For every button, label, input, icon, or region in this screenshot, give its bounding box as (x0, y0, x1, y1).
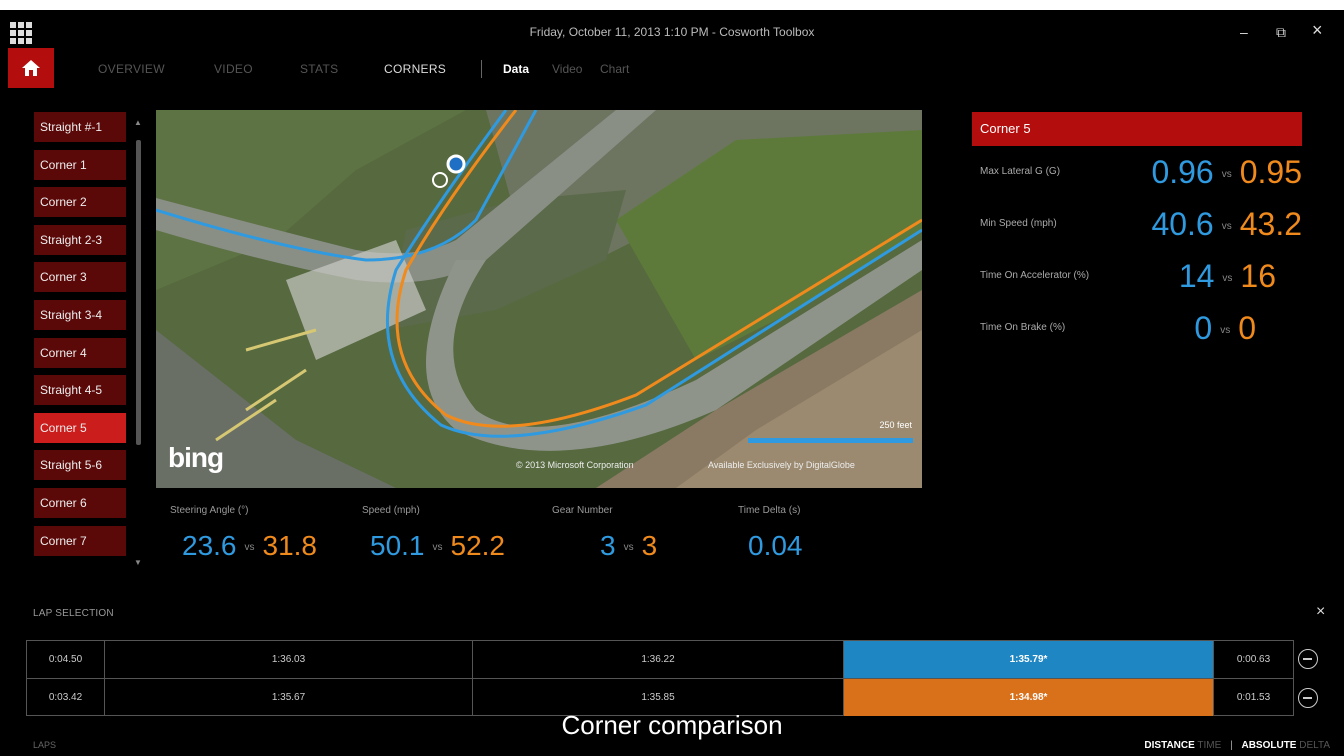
delta-toggle[interactable]: DELTA (1299, 740, 1330, 751)
title-bar: Friday, October 11, 2013 1:10 PM - Coswo… (0, 10, 1344, 46)
lap-table: 0:04.50 1:36.03 1:36.22 1:35.79* 0:00.63… (26, 640, 1294, 716)
restore-button[interactable]: ⧉ (1276, 24, 1286, 41)
map-copyright: © 2013 Microsoft Corporation (516, 460, 634, 470)
steering-angle-values: 23.6 vs 31.8 (182, 530, 317, 561)
lap-delta-left: 0:04.50 (27, 641, 105, 678)
speed-label: Speed (mph) (362, 505, 420, 516)
scroll-down-arrow[interactable]: ▼ (134, 558, 142, 567)
remove-lap-row-2-button[interactable] (1298, 688, 1318, 708)
corner-list-item[interactable]: Straight #-1 (34, 112, 126, 142)
max-lateral-g-row: Max Lateral G (G) 0.96 vs 0.95 (980, 154, 1302, 190)
display-mode-toggles: DISTANCE TIME | ABSOLUTE DELTA (1144, 740, 1330, 751)
corner-list-item[interactable]: Straight 3-4 (34, 299, 126, 330)
corner-list-item[interactable]: Corner 1 (34, 149, 126, 180)
time-on-accelerator-row: Time On Accelerator (%) 14 vs 16 (980, 258, 1276, 294)
lap-delta-right: 0:00.63 (1236, 654, 1271, 665)
steering-angle-label: Steering Angle (°) (170, 505, 249, 516)
remove-lap-row-1-button[interactable] (1298, 649, 1318, 669)
corner-list-item[interactable]: Corner 6 (34, 487, 126, 518)
close-button[interactable]: × (1312, 20, 1323, 41)
tab-overview[interactable]: OVERVIEW (98, 62, 165, 76)
time-delta-value: 0.04 (748, 530, 803, 561)
lap-cell[interactable]: 1:36.22 (473, 641, 844, 678)
nav-separator (481, 60, 482, 78)
distance-toggle[interactable]: DISTANCE (1144, 740, 1194, 751)
corner-list-item[interactable]: Corner 3 (34, 262, 126, 293)
min-speed-row: Min Speed (mph) 40.6 vs 43.2 (980, 206, 1302, 242)
laps-label: LAPS (33, 740, 57, 750)
corner-list-scrollbar[interactable] (136, 140, 141, 445)
map-imagery-credit: Available Exclusively by DigitalGlobe (708, 460, 855, 470)
tab-video[interactable]: VIDEO (214, 62, 253, 76)
track-map[interactable]: bing 250 feet © 2013 Microsoft Corporati… (156, 110, 922, 488)
corner-list-item[interactable]: Corner 7 (34, 525, 126, 556)
caption: Corner comparison (561, 710, 783, 740)
subtab-video[interactable]: Video (552, 62, 582, 76)
corner-list-item[interactable]: Straight 2-3 (34, 224, 126, 255)
corner-list-item[interactable]: Corner 2 (34, 187, 126, 218)
gear-number-label: Gear Number (552, 505, 613, 516)
lap-selection-close-button[interactable]: × (1316, 603, 1325, 621)
lap-selection-title: LAP SELECTION (33, 608, 114, 619)
corner-list-item[interactable]: Straight 5-6 (34, 450, 126, 481)
home-icon (22, 60, 40, 76)
lap-cell-selected-blue[interactable]: 1:35.79* (844, 641, 1214, 678)
map-scale-label: 250 feet (879, 420, 912, 430)
corner-list-item[interactable]: Straight 4-5 (34, 375, 126, 406)
bing-logo: bing (168, 442, 224, 473)
corner-list-item[interactable]: Corner 4 (34, 337, 126, 368)
time-delta-label: Time Delta (s) (738, 505, 801, 516)
home-button[interactable] (8, 48, 54, 88)
gear-number-values: 3 vs 3 (600, 530, 658, 561)
corner-stats-panel: Corner 5 Max Lateral G (G) 0.96 vs 0.95 Mi… (972, 112, 1302, 358)
time-toggle[interactable]: TIME (1197, 740, 1221, 751)
lap-row-blue: 0:04.50 1:36.03 1:36.22 1:35.79* 0:00.63 (27, 641, 1293, 678)
top-strip (0, 0, 1344, 10)
absolute-toggle[interactable]: ABSOLUTE (1241, 740, 1296, 751)
nav-bar: OVERVIEW VIDEO STATS CORNERS Data Video … (0, 48, 1344, 88)
tab-stats[interactable]: STATS (300, 62, 338, 76)
scroll-up-arrow[interactable]: ▲ (134, 118, 142, 127)
minimize-button[interactable]: – (1240, 24, 1248, 40)
corner-list: Straight #-1 Corner 1 Corner 2 Straight 2-3… (34, 112, 126, 563)
corner-list-item[interactable]: Corner 5 (34, 412, 126, 443)
corner-panel-title: Corner 5 (972, 112, 1302, 146)
lap-cell[interactable]: 1:36.03 (105, 641, 473, 678)
subtab-data[interactable]: Data (503, 62, 529, 76)
window-title: Friday, October 11, 2013 1:10 PM - Coswo… (529, 25, 815, 39)
speed-values: 50.1 vs 52.2 (370, 530, 505, 561)
subtab-chart[interactable]: Chart (600, 62, 629, 76)
time-on-brake-row: Time On Brake (%) 0 vs 0 (980, 310, 1256, 346)
tab-corners[interactable]: CORNERS (384, 62, 446, 76)
metrics-bar: Steering Angle (°) 23.6 vs 31.8 Speed (mph… (160, 500, 920, 570)
